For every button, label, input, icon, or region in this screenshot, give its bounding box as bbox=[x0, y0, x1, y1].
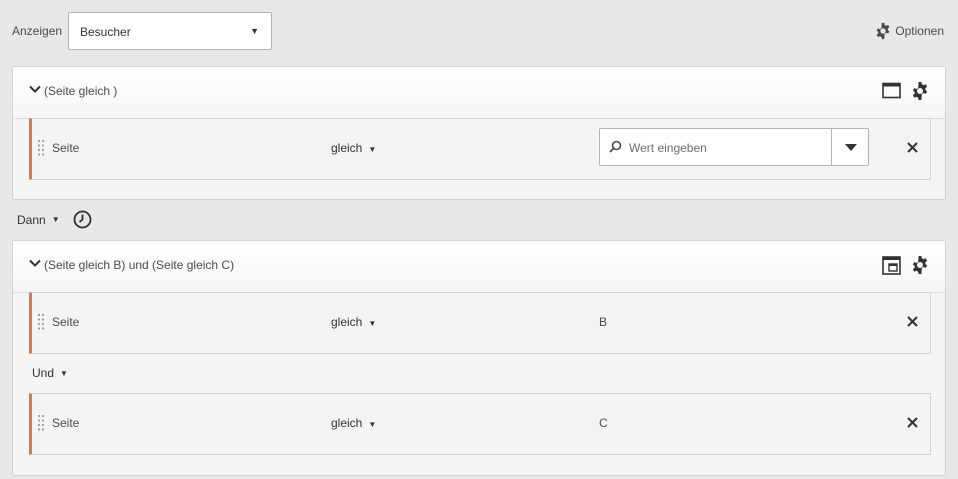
operator-label: gleich bbox=[331, 416, 363, 430]
and-connector[interactable]: Und ▼ bbox=[32, 366, 68, 380]
gear-icon bbox=[876, 22, 890, 40]
container-header: (Seite gleich B) und (Seite gleich C) bbox=[13, 241, 945, 293]
options-button[interactable]: Optionen bbox=[874, 22, 944, 40]
value-dropdown-button[interactable] bbox=[831, 129, 868, 165]
gear-icon[interactable] bbox=[910, 255, 930, 275]
close-icon[interactable] bbox=[907, 142, 918, 153]
top-toolbar: Anzeigen Besucher ▼ Optionen bbox=[0, 0, 958, 62]
rule-row: Seite gleich ▼ Wert eingeben bbox=[29, 118, 931, 180]
operator-dropdown[interactable]: gleich ▼ bbox=[331, 141, 376, 155]
caret-down-icon: ▼ bbox=[51, 215, 60, 224]
options-label: Optionen bbox=[895, 24, 944, 38]
rule-dimension: Seite bbox=[52, 315, 80, 329]
operator-dropdown[interactable]: gleich ▼ bbox=[331, 315, 376, 329]
operator-label: gleich bbox=[331, 141, 363, 155]
close-icon[interactable] bbox=[907, 417, 918, 428]
rule-row: Seite gleich ▼ C bbox=[29, 393, 931, 455]
value-input-placeholder[interactable]: Wert eingeben bbox=[629, 141, 707, 155]
then-connector[interactable]: Dann ▼ bbox=[17, 210, 92, 229]
caret-down-icon: ▼ bbox=[250, 26, 259, 36]
container-header: (Seite gleich ) bbox=[13, 67, 945, 119]
and-label: Und bbox=[32, 366, 55, 380]
rule-value[interactable]: B bbox=[599, 315, 607, 329]
container-title: (Seite gleich ) bbox=[44, 84, 118, 98]
container-title: (Seite gleich B) und (Seite gleich C) bbox=[44, 258, 235, 272]
clock-icon[interactable] bbox=[73, 210, 92, 229]
drag-handle-icon[interactable] bbox=[37, 414, 45, 432]
rule-row: Seite gleich ▼ B bbox=[29, 292, 931, 354]
value-combobox[interactable]: Wert eingeben bbox=[599, 128, 869, 166]
show-select[interactable]: Besucher ▼ bbox=[68, 12, 272, 50]
then-label: Dann bbox=[17, 212, 46, 227]
rule-value[interactable]: C bbox=[599, 416, 608, 430]
close-icon[interactable] bbox=[907, 316, 918, 327]
caret-down-icon: ▼ bbox=[368, 145, 377, 154]
chevron-down-icon[interactable] bbox=[29, 258, 41, 268]
nested-container-icon[interactable] bbox=[882, 256, 901, 275]
rule-dimension: Seite bbox=[52, 416, 80, 430]
show-select-value: Besucher bbox=[80, 25, 131, 39]
show-label: Anzeigen bbox=[12, 24, 63, 38]
operator-label: gleich bbox=[331, 315, 363, 329]
chevron-down-icon[interactable] bbox=[29, 84, 41, 94]
window-icon[interactable] bbox=[882, 82, 901, 99]
sequence-container-1: (Seite gleich ) Seite gleich ▼ Wert einge… bbox=[12, 66, 946, 200]
drag-handle-icon[interactable] bbox=[37, 139, 45, 157]
sequence-container-2: (Seite gleich B) und (Seite gleich C) Se… bbox=[12, 240, 946, 476]
operator-dropdown[interactable]: gleich ▼ bbox=[331, 416, 376, 430]
caret-down-icon bbox=[845, 144, 857, 151]
caret-down-icon: ▼ bbox=[368, 420, 377, 429]
rule-dimension: Seite bbox=[52, 141, 80, 155]
gear-icon[interactable] bbox=[910, 81, 930, 101]
caret-down-icon: ▼ bbox=[60, 368, 68, 378]
drag-handle-icon[interactable] bbox=[37, 313, 45, 331]
search-icon bbox=[609, 140, 622, 153]
caret-down-icon: ▼ bbox=[368, 319, 377, 328]
